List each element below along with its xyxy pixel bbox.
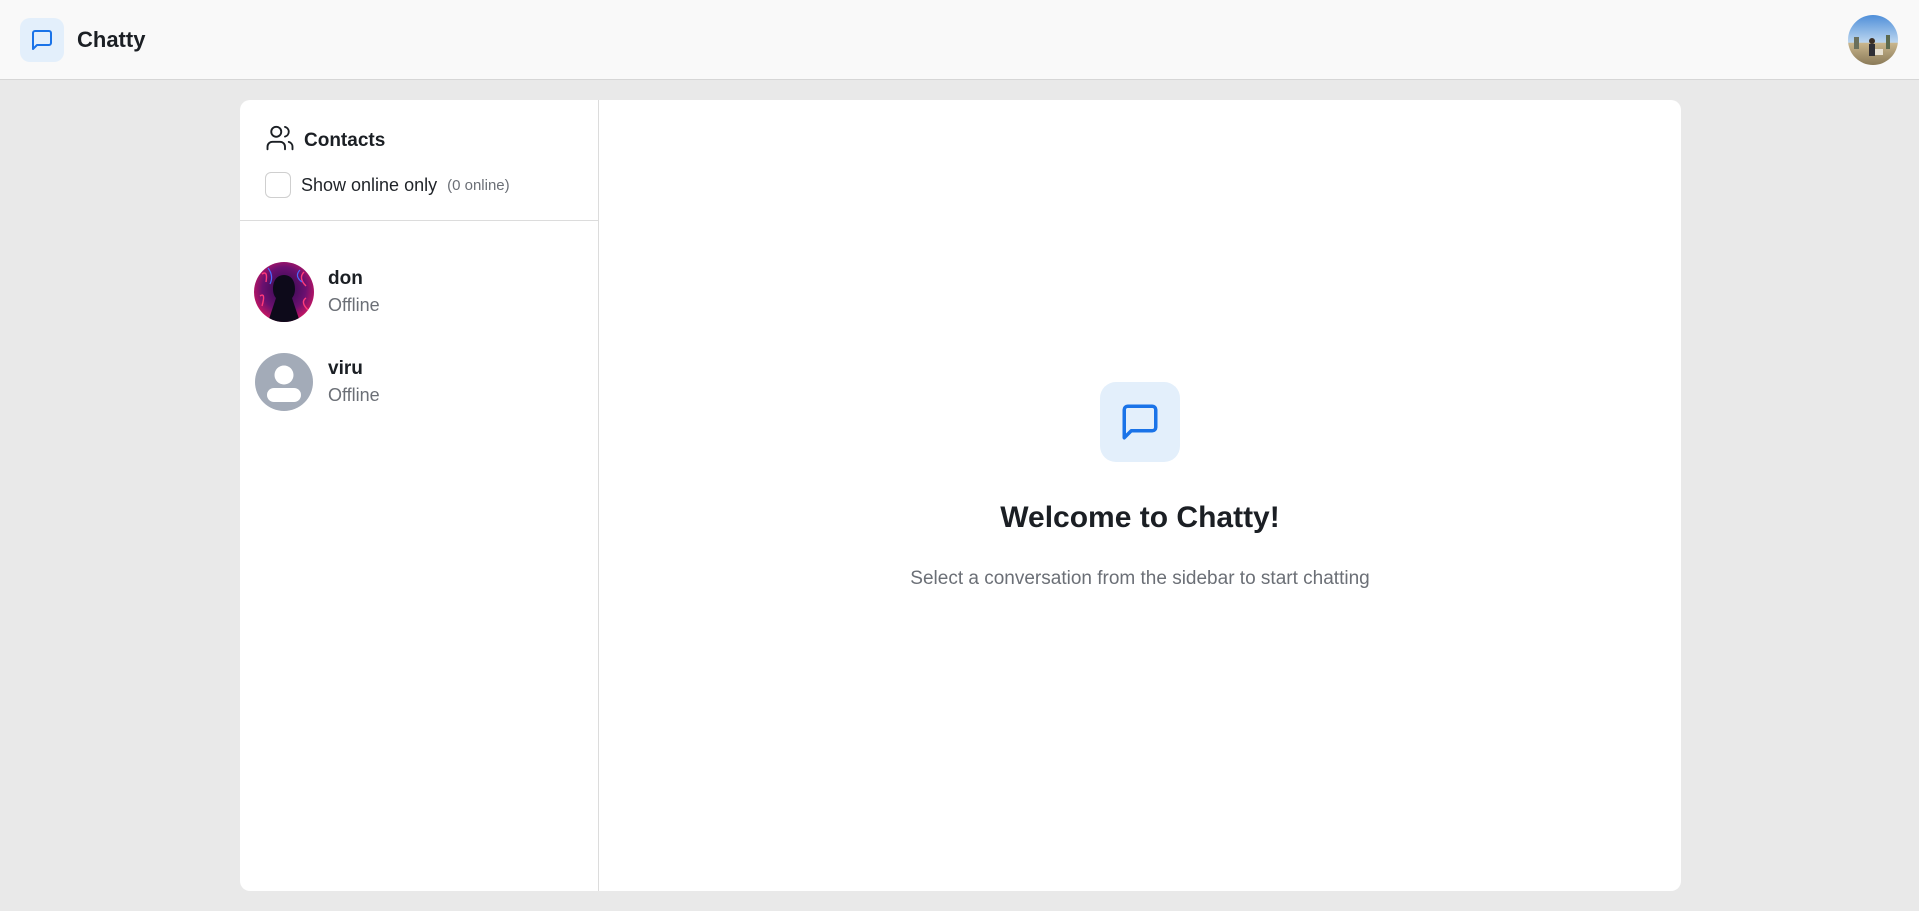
- contact-info: don Offline: [328, 268, 380, 316]
- contacts-title: Contacts: [304, 129, 386, 151]
- show-online-checkbox[interactable]: [265, 172, 291, 198]
- contact-name: don: [328, 268, 363, 289]
- welcome-panel: Welcome to Chatty! Select a conversation…: [599, 100, 1681, 891]
- online-count: (0 online): [447, 176, 510, 194]
- user-avatar[interactable]: [1848, 14, 1898, 65]
- contact-item[interactable]: viru Offline: [240, 337, 598, 427]
- show-online-label[interactable]: Show online only: [301, 175, 437, 196]
- welcome-title: Welcome to Chatty!: [1000, 500, 1280, 534]
- top-navbar: Chatty: [0, 0, 1919, 80]
- contact-status: Offline: [328, 385, 380, 405]
- contacts-sidebar: Contacts Show online only (0 online) don…: [240, 100, 599, 891]
- contact-name: viru: [328, 358, 363, 379]
- contact-avatar: [254, 262, 314, 322]
- chat-container: Contacts Show online only (0 online) don…: [240, 100, 1681, 891]
- users-icon: [265, 123, 295, 158]
- contact-info: viru Offline: [328, 358, 380, 406]
- sidebar-header: Contacts Show online only (0 online): [240, 100, 598, 221]
- contact-status: Offline: [328, 295, 380, 315]
- online-filter: Show online only (0 online): [265, 172, 574, 198]
- contact-item[interactable]: don Offline: [240, 247, 598, 337]
- brand-link[interactable]: Chatty: [20, 17, 146, 62]
- message-square-icon: [1100, 381, 1180, 462]
- welcome-subtitle: Select a conversation from the sidebar t…: [910, 567, 1370, 589]
- message-square-icon: [20, 17, 64, 62]
- contacts-title-row: Contacts: [265, 123, 574, 158]
- default-user-icon: [254, 352, 314, 412]
- contact-list: don Offline viru Offline: [240, 221, 598, 427]
- app-name: Chatty: [77, 26, 146, 52]
